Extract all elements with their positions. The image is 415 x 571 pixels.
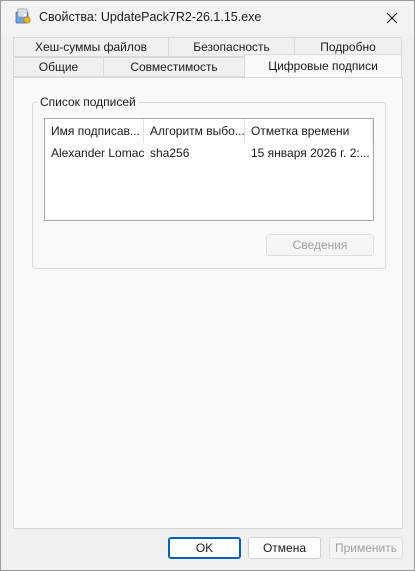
ok-button[interactable]: OK [168, 537, 241, 559]
column-header-signer[interactable]: Имя подписав... [45, 119, 144, 143]
tab-label: Безопасность [193, 40, 270, 54]
table-row[interactable]: Alexander Lomac... sha256 15 января 2026… [45, 143, 373, 163]
close-button[interactable] [369, 1, 414, 34]
tab-label: Общие [38, 60, 79, 74]
tab-digital-signatures[interactable]: Цифровые подписи [244, 54, 402, 77]
tab-label: Хеш-суммы файлов [34, 40, 148, 54]
title-bar: Свойства: UpdatePack7R2-26.1.15.exe [1, 1, 414, 34]
list-header: Имя подписав... Алгоритм выбо... Отметка… [45, 119, 373, 143]
tab-panel: Список подписей Имя подписав... Алгоритм… [13, 77, 403, 529]
tab-hash-sums[interactable]: Хеш-суммы файлов [13, 37, 169, 57]
tab-general[interactable]: Общие [13, 57, 104, 77]
properties-window: Свойства: UpdatePack7R2-26.1.15.exe Хеш-… [0, 0, 415, 571]
tab-compatibility[interactable]: Совместимость [103, 57, 245, 77]
cell-timestamp: 15 января 2026 г. 2:... [251, 146, 370, 160]
installer-icon [14, 7, 32, 25]
cancel-button[interactable]: Отмена [248, 537, 321, 559]
column-header-timestamp[interactable]: Отметка времени [245, 119, 373, 143]
group-label: Список подписей [37, 95, 139, 109]
tab-label: Совместимость [130, 60, 218, 74]
tab-label: Цифровые подписи [268, 59, 378, 73]
tab-label: Подробно [320, 40, 376, 54]
button-label: Отмена [262, 541, 307, 555]
details-button[interactable]: Сведения [266, 234, 374, 256]
column-label: Имя подписав... [51, 124, 140, 138]
column-label: Алгоритм выбо... [150, 124, 245, 138]
cell-algorithm: sha256 [150, 146, 190, 160]
button-label: Применить [334, 541, 397, 555]
apply-button[interactable]: Применить [329, 537, 403, 559]
cell-signer: Alexander Lomac... [51, 146, 144, 160]
column-header-algorithm[interactable]: Алгоритм выбо... [144, 119, 245, 143]
button-label: OK [195, 541, 214, 555]
signature-list[interactable]: Имя подписав... Алгоритм выбо... Отметка… [44, 118, 374, 221]
button-label: Сведения [292, 238, 348, 252]
column-label: Отметка времени [251, 124, 350, 138]
window-title: Свойства: UpdatePack7R2-26.1.15.exe [39, 10, 262, 24]
close-icon [386, 12, 397, 23]
tab-strip: Хеш-суммы файлов Безопасность Подробно О… [13, 37, 403, 77]
